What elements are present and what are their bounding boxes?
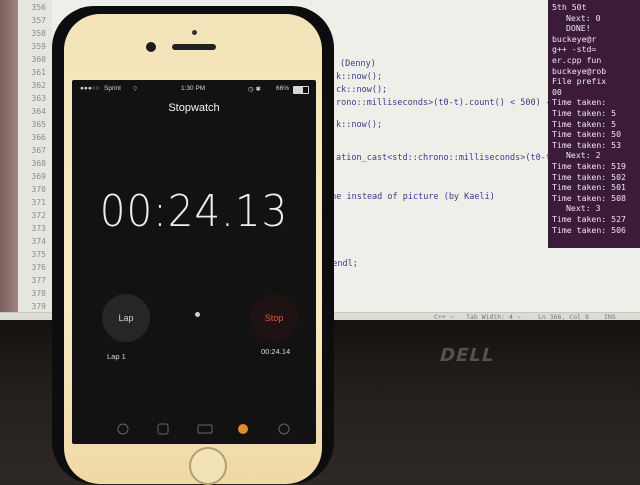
terminal-line: Next: 0 — [566, 12, 601, 23]
terminal-line: Time taken: 501 — [552, 182, 626, 193]
line-number: 360 — [31, 55, 46, 64]
line-number: 369 — [31, 172, 46, 181]
wifi-icon: ⌔ — [132, 86, 139, 93]
line-number: 376 — [31, 263, 46, 272]
terminal-line: Time taken: 5 — [552, 118, 617, 129]
code-line: ation_cast<std::chrono::milliseconds>(t0… — [336, 153, 567, 163]
terminal-line: File prefix — [552, 76, 607, 87]
code-line: (Denny) — [340, 59, 376, 69]
terminal-line: DONE! — [566, 23, 591, 34]
line-number: 357 — [31, 16, 46, 25]
line-number: 361 — [31, 68, 46, 77]
battery-level — [294, 87, 304, 93]
carrier-label: Sprint — [104, 85, 121, 92]
line-number: 373 — [31, 224, 46, 233]
line-number: 371 — [31, 198, 46, 207]
lap-label: Lap 1 — [107, 352, 126, 361]
app-title: Stopwatch — [168, 102, 220, 114]
line-number: 366 — [31, 133, 46, 142]
terminal-line: buckeye@r — [552, 33, 597, 44]
terminal-line: 5th 50t — [552, 2, 587, 12]
earpiece-speaker — [172, 44, 216, 50]
bedtime-icon[interactable] — [197, 420, 213, 434]
code-line: k::now(); — [336, 72, 383, 82]
code-line: k::now(); — [336, 120, 383, 130]
terminal-line: Time taken: 5 — [552, 108, 617, 118]
battery-percent: 66% — [276, 85, 290, 92]
page-indicator-dot — [195, 312, 200, 317]
terminal-line: g++ -std= — [552, 44, 597, 55]
terminal-line: Time taken: 527 — [552, 214, 626, 224]
line-number: 365 — [31, 120, 46, 129]
stop-button[interactable]: Stop — [250, 294, 298, 342]
lap-time: 00:24.14 — [261, 347, 291, 356]
line-number: 363 — [31, 94, 46, 103]
terminal-line: buckeye@rob — [552, 65, 607, 76]
line-number: 370 — [31, 185, 46, 194]
code-line: rono::milliseconds>(t0-t).count() < 500)… — [336, 98, 551, 108]
battery-icon — [293, 86, 309, 94]
line-number: 375 — [31, 250, 46, 259]
stopwatch-icon[interactable] — [237, 420, 253, 434]
line-number: 362 — [31, 81, 46, 90]
code-line: ck::now(); — [336, 85, 388, 95]
terminal-line: Next: 2 — [566, 150, 601, 161]
alarm-icon[interactable] — [157, 420, 173, 435]
line-number: 356 — [31, 3, 46, 12]
terminal-line: Time taken: — [552, 97, 607, 108]
phone-screen — [72, 80, 316, 444]
lap-button[interactable]: Lap — [102, 294, 150, 342]
code-line: ine instead of picture (by Kaeli) — [326, 192, 495, 202]
terminal-line: er.cpp fun — [552, 55, 602, 65]
line-number: 359 — [31, 42, 46, 51]
terminal-line: Time taken: 519 — [552, 161, 626, 171]
timer-icon[interactable] — [278, 420, 294, 435]
line-number: 358 — [31, 29, 46, 38]
front-camera-icon — [146, 42, 156, 52]
terminal-line: Time taken: 53 — [552, 139, 622, 150]
monitor-left-edge — [0, 0, 18, 345]
alarm-status-icon: ◷ ✱ — [248, 86, 261, 93]
proximity-sensor — [192, 30, 197, 35]
world-clock-icon[interactable] — [117, 420, 133, 435]
signal-dots-icon: ●●●○○ — [80, 85, 100, 92]
elapsed-time: 00:24.13 — [99, 186, 289, 237]
terminal-line: Time taken: 506 — [552, 224, 626, 235]
terminal-line: Time taken: 508 — [552, 192, 626, 203]
terminal-line: 00 — [552, 86, 562, 97]
line-number: 367 — [31, 146, 46, 155]
status-time: 1:30 PM — [181, 85, 206, 92]
terminal-line: Next: 3 — [566, 203, 601, 214]
monitor-brand-logo: DELL — [437, 345, 497, 366]
line-number: 368 — [31, 159, 46, 168]
line-number: 374 — [31, 237, 46, 246]
line-number: 364 — [31, 107, 46, 116]
home-button[interactable] — [189, 447, 227, 485]
line-number: 377 — [31, 276, 46, 285]
line-number: 378 — [31, 289, 46, 298]
line-number: 379 — [31, 302, 46, 311]
terminal-line: Time taken: 502 — [552, 171, 626, 182]
terminal-line: Time taken: 50 — [552, 129, 622, 140]
line-number: 372 — [31, 211, 46, 220]
